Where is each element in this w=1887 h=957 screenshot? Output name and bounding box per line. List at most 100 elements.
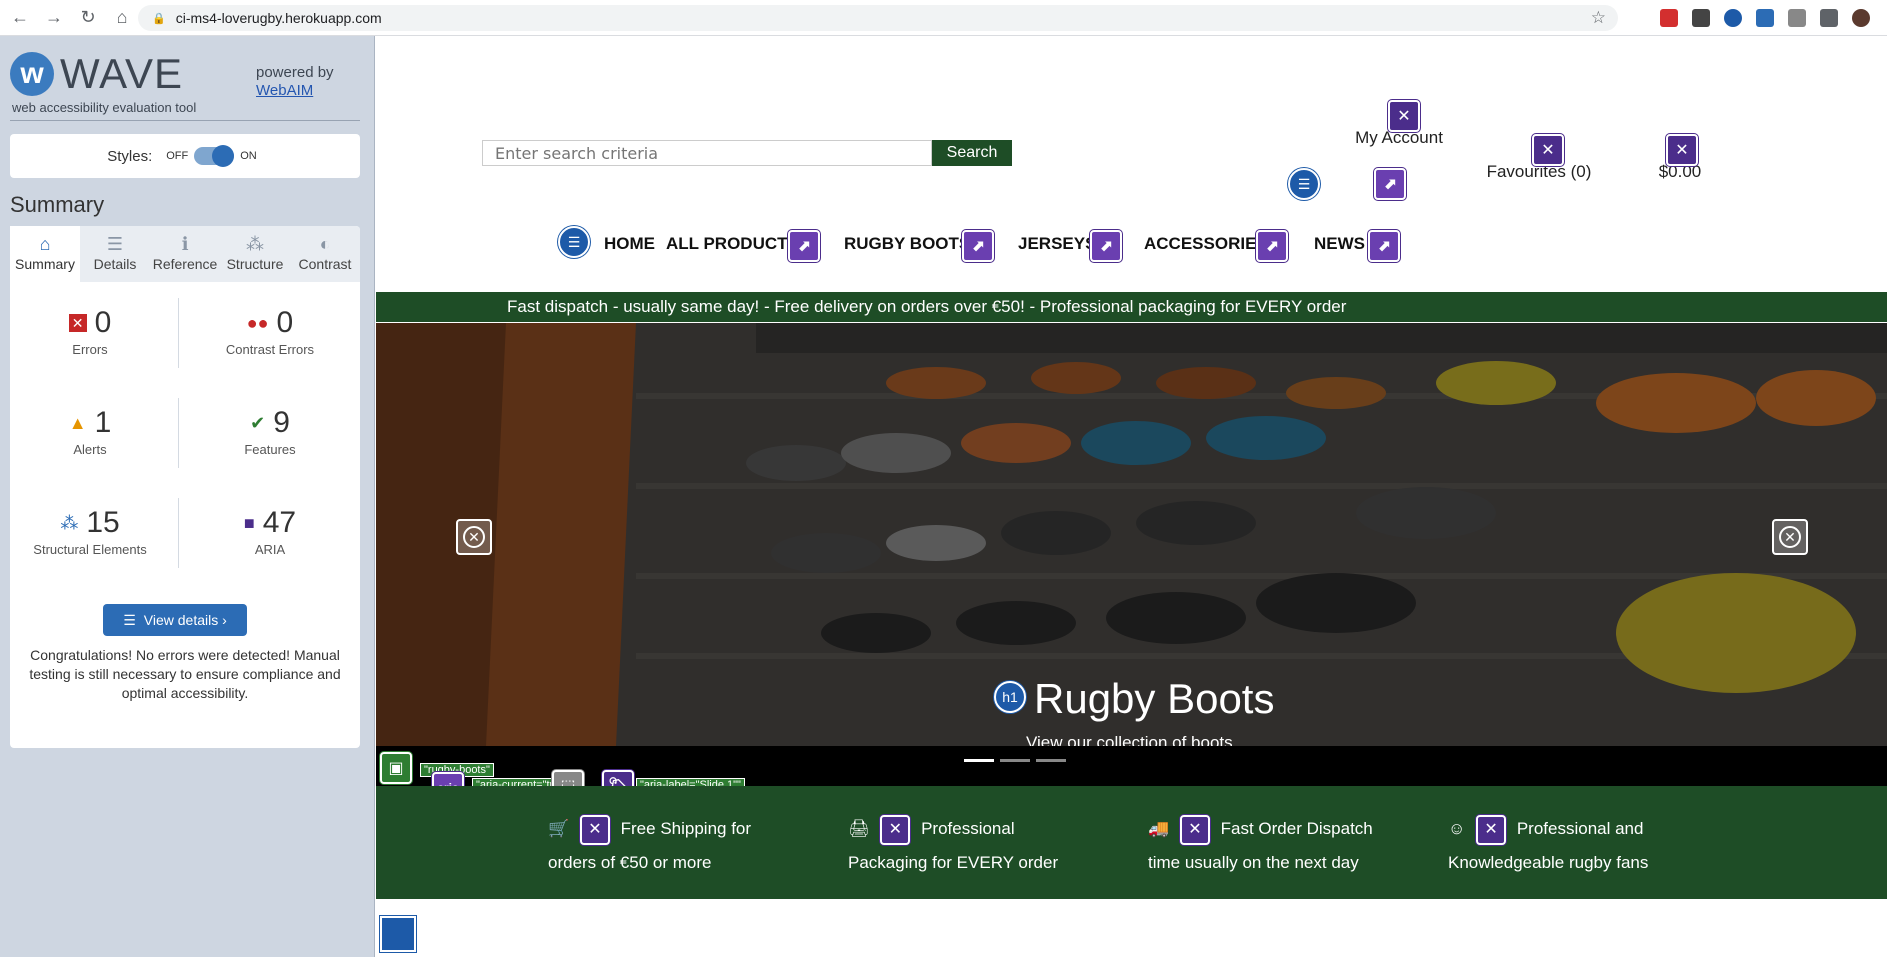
error-icon: ✕ xyxy=(68,314,87,332)
styles-toggle[interactable] xyxy=(194,145,235,167)
nav-jerseys[interactable]: JERSEYS xyxy=(1018,234,1096,254)
forward-icon[interactable]: → xyxy=(40,4,68,32)
tab-reference[interactable]: ℹ Reference xyxy=(150,226,220,282)
powered-by: powered by WebAIM xyxy=(256,64,334,100)
aria-hidden-icon[interactable]: ✕ xyxy=(1179,814,1210,845)
wave-sidebar: w WAVE web accessibility evaluation tool… xyxy=(0,36,375,957)
summary-heading: Summary xyxy=(10,192,105,217)
aria-menu-icon[interactable]: ⬈ xyxy=(1374,168,1406,200)
cart-icon: 🛒 xyxy=(548,819,570,838)
stat-contrast-errors[interactable]: ●● 0 Contrast Errors xyxy=(190,306,350,357)
aria-menu-icon[interactable]: ⬈ xyxy=(962,230,994,262)
structure-icon: ⁂ xyxy=(246,234,264,254)
tab-summary-label: Summary xyxy=(15,256,75,272)
home-icon[interactable]: ⌂ xyxy=(108,4,136,32)
nav-all-products[interactable]: ALL PRODUCTS xyxy=(666,234,799,254)
website: Search 👤 My Account ✕ ☰ ⬈ ♥ Favourites (… xyxy=(376,36,1887,957)
errors-count: 0 xyxy=(94,306,112,339)
alerts-label: Alerts xyxy=(73,442,107,457)
carousel-next-button[interactable]: ✕ xyxy=(1772,519,1808,555)
aria-hidden-icon[interactable]: ✕ xyxy=(1476,814,1507,845)
smile-icon: ☺ xyxy=(1448,819,1466,838)
aria-label: ARIA xyxy=(254,542,286,557)
tab-summary[interactable]: ⌂ Summary xyxy=(10,226,80,282)
tab-contrast-label: Contrast xyxy=(298,256,352,272)
truck-icon: 🚚 xyxy=(1148,819,1170,838)
profile-avatar[interactable] xyxy=(1852,9,1870,27)
wave-logo-icon: w xyxy=(10,52,54,96)
stat-alerts[interactable]: ▲ 1 Alerts xyxy=(10,406,170,457)
aria-icon: ■ xyxy=(243,512,255,533)
view-details-button[interactable]: ☰ View details › xyxy=(103,604,247,636)
feature-check-icon: ✔ xyxy=(250,412,266,433)
features-label: Features xyxy=(244,442,296,457)
address-bar[interactable]: 🔒 ci-ms4-loverugby.herokuapp.com ☆ xyxy=(138,5,1618,31)
divider xyxy=(178,298,179,368)
extension-icon[interactable] xyxy=(1660,9,1678,27)
hero-title: Rugby Boots xyxy=(1034,675,1275,722)
puzzle-extensions-icon[interactable] xyxy=(1820,9,1838,27)
list-icon: ☰ xyxy=(106,234,124,254)
aria-hidden-icon[interactable]: ✕ xyxy=(579,814,610,845)
stat-errors[interactable]: ✕ 0 Errors xyxy=(10,306,170,357)
webaim-link[interactable]: WebAIM xyxy=(256,82,313,99)
list-icon: ☰ xyxy=(123,611,136,628)
aria-menu-icon[interactable]: ⬈ xyxy=(1256,230,1288,262)
styles-label: Styles: xyxy=(107,147,153,165)
promo-banner: Fast dispatch - usually same day! - Free… xyxy=(376,292,1887,322)
aria-menu-icon[interactable]: ⬈ xyxy=(1368,230,1400,262)
divider xyxy=(178,498,179,568)
feature-free-shipping: 🛒 ✕ Free Shipping for orders of €50 or m… xyxy=(548,812,788,880)
aria-menu-icon[interactable]: ⬈ xyxy=(788,230,820,262)
aria-hidden-icon[interactable]: ✕ xyxy=(1388,100,1420,132)
carousel-indicator[interactable] xyxy=(1036,759,1066,762)
tab-details[interactable]: ☰ Details xyxy=(80,226,150,282)
camera-extension-icon[interactable] xyxy=(1788,9,1806,27)
contrast-errors-label: Contrast Errors xyxy=(225,342,315,357)
wave-logo: w WAVE xyxy=(10,50,183,98)
footer-structure-icon[interactable] xyxy=(380,916,416,952)
styles-on-label: ON xyxy=(240,150,257,162)
h1-icon[interactable]: h1 xyxy=(994,681,1026,713)
hero-carousel: ✕ ✕ h1 Rugby Boots View our collection o… xyxy=(376,323,1887,746)
aria-hidden-icon[interactable]: ✕ xyxy=(880,814,911,845)
aria-menu-icon[interactable]: ⬈ xyxy=(1090,230,1122,262)
features-count: 9 xyxy=(273,406,290,439)
aria-hidden-icon[interactable]: ✕ xyxy=(1532,134,1564,166)
search-button[interactable]: Search xyxy=(932,140,1012,166)
reload-icon[interactable]: ↻ xyxy=(74,4,102,32)
stat-features[interactable]: ✔ 9 Features xyxy=(190,406,350,457)
feature-text: Free Shipping for orders of €50 or more xyxy=(548,819,752,872)
carousel-indicator[interactable] xyxy=(964,759,994,762)
bookmark-star-icon[interactable]: ☆ xyxy=(1591,8,1606,28)
aria-hidden-icon[interactable]: ✕ xyxy=(1666,134,1698,166)
tab-contrast[interactable]: ◐ Contrast xyxy=(290,226,360,282)
extension-icon[interactable] xyxy=(1692,9,1710,27)
nav-home[interactable]: HOME xyxy=(604,234,655,254)
stat-aria[interactable]: ■ 47 ARIA xyxy=(190,506,350,557)
contrast-error-icon: ●● xyxy=(246,312,269,333)
divider xyxy=(178,398,179,468)
back-icon[interactable]: ← xyxy=(6,4,34,32)
structure-icon: ⁂ xyxy=(60,512,79,533)
nav-rugby-boots[interactable]: RUGBY BOOTS xyxy=(844,234,970,254)
nav-news[interactable]: NEWS xyxy=(1314,234,1365,254)
search-input[interactable] xyxy=(482,140,932,166)
styles-toggle-box: Styles: OFF ON xyxy=(10,134,360,178)
feature-rugby-fans: ☺ ✕ Professional and Knowledgeable rugby… xyxy=(1448,812,1688,880)
powered-by-text: powered by xyxy=(256,64,334,81)
alt-text-icon[interactable]: ▣ xyxy=(380,752,412,784)
browser-toolbar: ← → ↻ ⌂ 🔒 ci-ms4-loverugby.herokuapp.com… xyxy=(0,0,1887,36)
carousel-prev-button[interactable]: ✕ xyxy=(456,519,492,555)
extension-icon[interactable] xyxy=(1756,9,1774,27)
wave-tabs: ⌂ Summary ☰ Details ℹ Reference ⁂ Struct… xyxy=(10,226,360,282)
packaging-icon: 🖨 xyxy=(848,819,870,838)
carousel-indicator[interactable] xyxy=(1000,759,1030,762)
structure-list-icon[interactable]: ☰ xyxy=(558,226,590,258)
stat-structural[interactable]: ⁂ 15 Structural Elements xyxy=(10,506,170,557)
wave-extension-icon[interactable] xyxy=(1724,9,1742,27)
nav-accessories[interactable]: ACCESSORIES xyxy=(1144,234,1268,254)
structure-list-icon[interactable]: ☰ xyxy=(1288,168,1320,200)
home-icon: ⌂ xyxy=(39,234,51,254)
tab-structure[interactable]: ⁂ Structure xyxy=(220,226,290,282)
